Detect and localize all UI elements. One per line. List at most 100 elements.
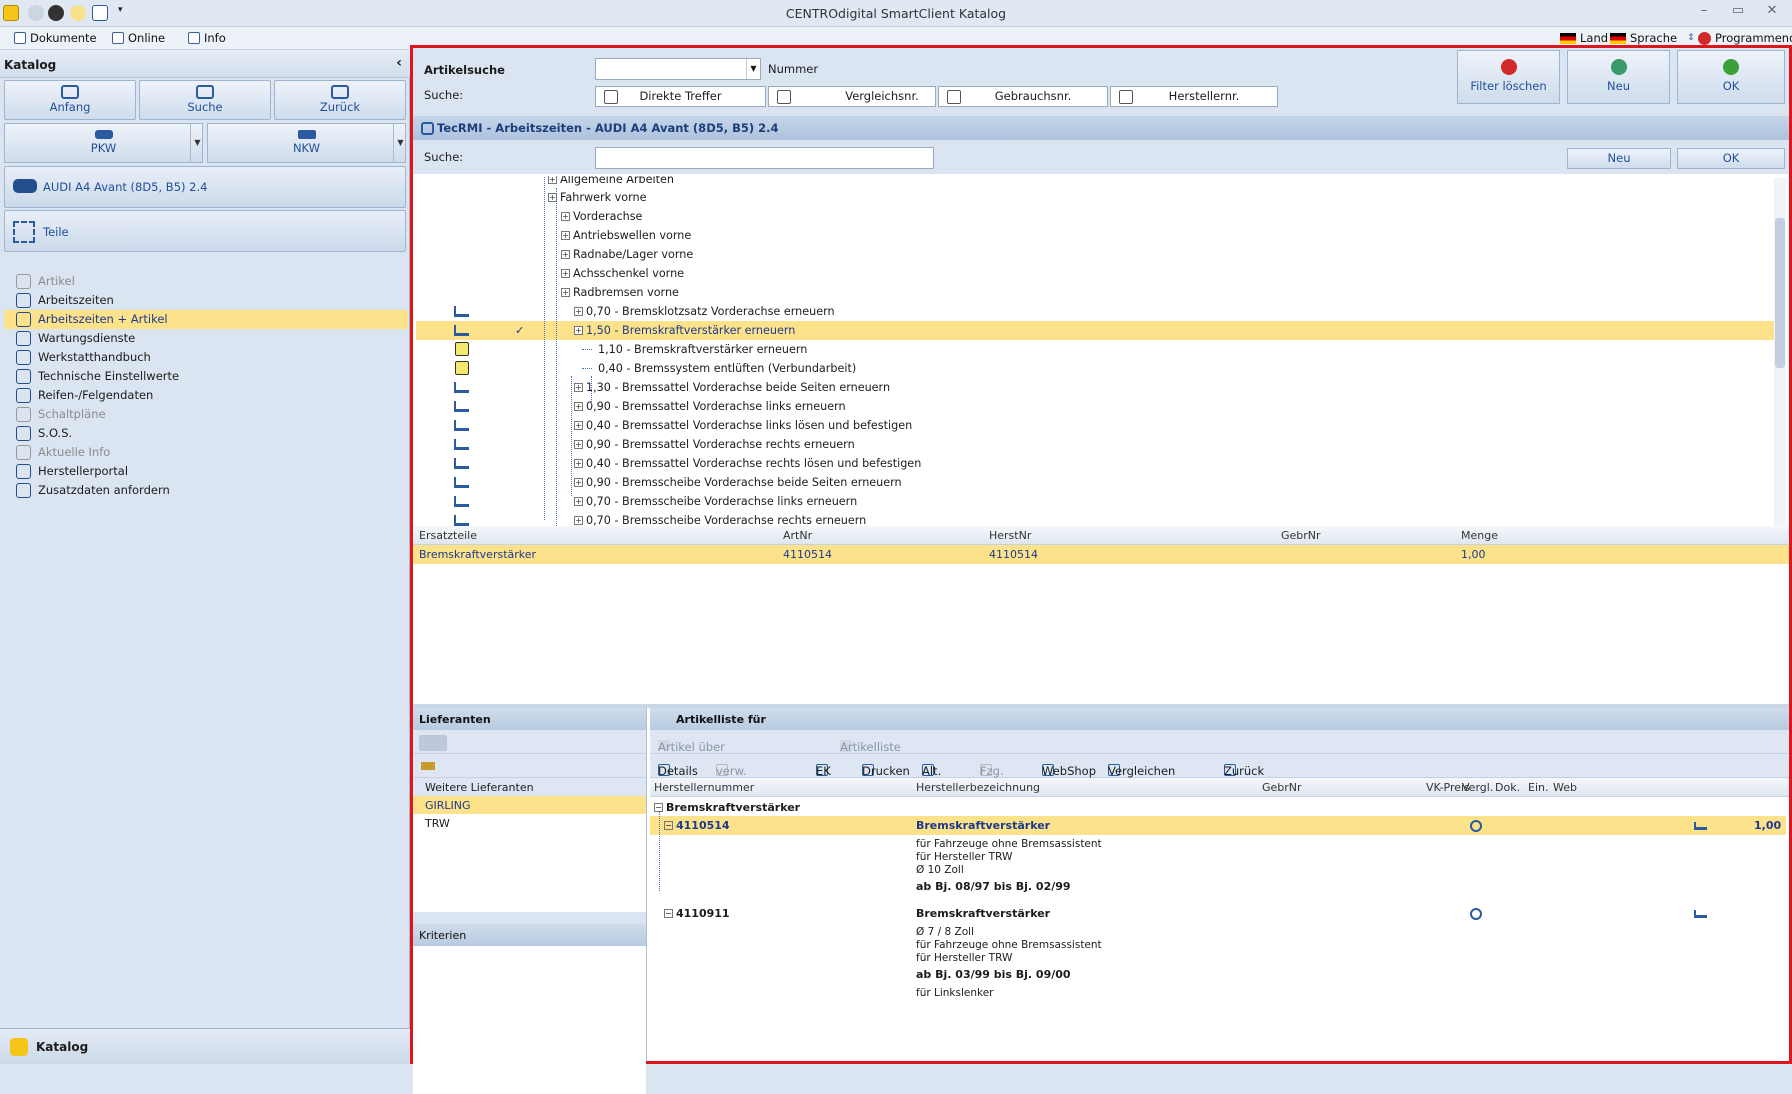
expand-icon[interactable]: + xyxy=(574,307,583,316)
document-icon[interactable] xyxy=(455,361,469,375)
expand-icon[interactable]: + xyxy=(561,269,570,278)
artikel-col-header[interactable]: GebrNr xyxy=(1262,781,1302,794)
sidebar-item-herstellerportal[interactable]: Herstellerportal xyxy=(4,462,408,481)
pkw-button[interactable]: PKW ▼ xyxy=(4,123,203,163)
compare-icon[interactable] xyxy=(1470,820,1482,832)
expand-icon[interactable]: + xyxy=(561,231,570,240)
checkbox-gebrauchsnr[interactable]: Gebrauchsnr. xyxy=(938,86,1108,107)
checkbox-herstellernr[interactable]: Herstellernr. xyxy=(1110,86,1278,107)
dropdown-arrow-icon[interactable]: ▼ xyxy=(746,59,760,79)
expand-icon[interactable]: + xyxy=(574,383,583,392)
close-button[interactable]: ✕ xyxy=(1762,3,1782,21)
menu-sprache[interactable]: Sprache ⇕ xyxy=(1610,31,1695,45)
tree-row[interactable]: +0,40 - Bremssattel Vorderachse links lö… xyxy=(416,416,1776,435)
parts-col-header[interactable]: GebrNr xyxy=(1281,529,1321,542)
collapse-icon[interactable]: − xyxy=(664,909,673,918)
parts-row[interactable]: Bremskraftverstärker 4110514 4110514 1,00 xyxy=(413,545,1789,564)
cart-icon[interactable] xyxy=(454,515,469,526)
tree-row[interactable]: +0,70 - Bremsscheibe Vorderachse rechts … xyxy=(416,511,1776,526)
document-icon[interactable] xyxy=(455,342,469,356)
sidebar-footer[interactable]: Katalog xyxy=(0,1028,410,1064)
sidebar-item-aktuelle-info[interactable]: Aktuelle Info xyxy=(4,443,408,462)
checkbox-direkte-treffer[interactable]: Direkte Treffer xyxy=(595,86,766,107)
tree-row[interactable]: 1,10 - Bremskraftverstärker erneuern xyxy=(416,340,1776,359)
menu-programmende[interactable]: Programmende xyxy=(1698,31,1792,45)
cart-icon[interactable] xyxy=(454,458,469,469)
cart-icon[interactable] xyxy=(1694,910,1707,918)
cart-icon[interactable] xyxy=(454,382,469,393)
expand-icon[interactable]: + xyxy=(574,478,583,487)
mail-icon[interactable] xyxy=(419,735,447,751)
tree-scrollbar-thumb[interactable] xyxy=(1775,218,1785,368)
expand-icon[interactable]: + xyxy=(548,176,557,184)
parts-col-header[interactable]: HerstNr xyxy=(989,529,1031,542)
nkw-button[interactable]: NKW ▼ xyxy=(207,123,406,163)
tree-row[interactable]: +0,90 - Bremssattel Vorderachse links er… xyxy=(416,397,1776,416)
expand-icon[interactable]: + xyxy=(561,250,570,259)
pkw-dropdown[interactable]: ▼ xyxy=(190,124,204,162)
tree-row[interactable]: +0,40 - Bremssattel Vorderachse rechts l… xyxy=(416,454,1776,473)
sidebar-item-arbeitszeiten[interactable]: Arbeitszeiten xyxy=(4,291,408,310)
tree-row[interactable]: ✓ +1,50 - Bremskraftverstärker erneuern xyxy=(416,321,1776,340)
selected-vehicle[interactable]: AUDI A4 Avant (8D5, B5) 2.4 xyxy=(4,166,406,208)
artikel-col-header[interactable]: Ein. xyxy=(1528,781,1548,794)
sidebar-item-artikel[interactable]: Artikel xyxy=(4,272,408,291)
sidebar-item-schaltpl-ne[interactable]: Schaltpläne xyxy=(4,405,408,424)
cart-icon[interactable] xyxy=(454,477,469,488)
cart-icon[interactable] xyxy=(454,439,469,450)
expand-icon[interactable]: + xyxy=(574,459,583,468)
expand-icon[interactable]: + xyxy=(574,440,583,449)
parts-col-header[interactable]: Menge xyxy=(1461,529,1498,542)
collapse-icon[interactable]: ‹ xyxy=(396,55,402,71)
parts-button[interactable]: Teile xyxy=(4,210,406,252)
tree-row[interactable]: +1,30 - Bremssattel Vorderachse beide Se… xyxy=(416,378,1776,397)
nav-anfang-button[interactable]: Anfang xyxy=(4,80,136,120)
tree-row[interactable]: + Fahrwerk vorne xyxy=(416,188,1776,207)
artikelsuche-select[interactable]: ▼ xyxy=(595,58,761,80)
cart-icon[interactable] xyxy=(454,325,469,336)
sidebar-item-wartungsdienste[interactable]: Wartungsdienste xyxy=(4,329,408,348)
tree-row[interactable]: + Achsschenkel vorne xyxy=(416,264,1776,283)
section-search-input[interactable] xyxy=(595,147,934,169)
nav-suche-button[interactable]: Suche xyxy=(139,80,271,120)
minimize-button[interactable]: – xyxy=(1694,3,1714,21)
car-filter-icon[interactable] xyxy=(421,762,435,770)
expand-icon[interactable]: + xyxy=(574,421,583,430)
artikel-col-header[interactable]: Herstellerbezeichnung xyxy=(916,781,1040,794)
sidebar-item-technische-einstellwerte[interactable]: Technische Einstellwerte xyxy=(4,367,408,386)
parts-col-header[interactable]: Ersatzteile xyxy=(419,529,477,542)
menu-land[interactable]: Land xyxy=(1560,31,1608,45)
artikel-col-header[interactable]: Vergl. xyxy=(1462,781,1493,794)
tree-row[interactable]: 0,40 - Bremssystem entlüften (Verbundarb… xyxy=(416,359,1776,378)
menu-dokumente[interactable]: Dokumente xyxy=(14,31,97,45)
tree-row[interactable]: + Radbremsen vorne xyxy=(416,283,1776,302)
tree-row[interactable]: +0,90 - Bremsscheibe Vorderachse beide S… xyxy=(416,473,1776,492)
expand-icon[interactable]: + xyxy=(574,516,583,525)
tree-row[interactable]: +0,90 - Bremssattel Vorderachse rechts e… xyxy=(416,435,1776,454)
kriterien-header[interactable]: Kriterien xyxy=(413,924,646,946)
sidebar-item-zusatzdaten-anfordern[interactable]: Zusatzdaten anfordern xyxy=(4,481,408,500)
tree-row[interactable]: +0,70 - Bremsscheibe Vorderachse links e… xyxy=(416,492,1776,511)
cart-icon[interactable] xyxy=(454,306,469,317)
sidebar-item-s-o-s-[interactable]: S.O.S. xyxy=(4,424,408,443)
section-neu-button[interactable]: Neu xyxy=(1567,148,1671,169)
artikel-col-header[interactable]: Web xyxy=(1553,781,1577,794)
cart-icon[interactable] xyxy=(1694,822,1707,830)
lieferant-girling[interactable]: GIRLING xyxy=(413,796,646,814)
expand-icon[interactable]: + xyxy=(574,326,583,335)
tree-scrollbar[interactable] xyxy=(1774,178,1786,526)
collapse-icon[interactable]: − xyxy=(664,821,673,830)
parts-col-header[interactable]: ArtNr xyxy=(783,529,812,542)
menu-info[interactable]: Info xyxy=(188,31,226,45)
expand-icon[interactable]: + xyxy=(561,212,570,221)
tree-row[interactable]: + Antriebswellen vorne xyxy=(416,226,1776,245)
sidebar-item-werkstatthandbuch[interactable]: Werkstatthandbuch xyxy=(4,348,408,367)
cart-icon[interactable] xyxy=(454,401,469,412)
artikel-col-header[interactable]: Dok. xyxy=(1495,781,1520,794)
neu-button[interactable]: Neu xyxy=(1567,50,1670,104)
menu-online[interactable]: Online xyxy=(112,31,165,45)
compare-icon[interactable] xyxy=(1470,908,1482,920)
expand-icon[interactable]: + xyxy=(574,402,583,411)
sidebar-item-arbeitszeiten-artikel[interactable]: Arbeitszeiten + Artikel xyxy=(4,310,408,329)
nkw-dropdown[interactable]: ▼ xyxy=(393,124,407,162)
